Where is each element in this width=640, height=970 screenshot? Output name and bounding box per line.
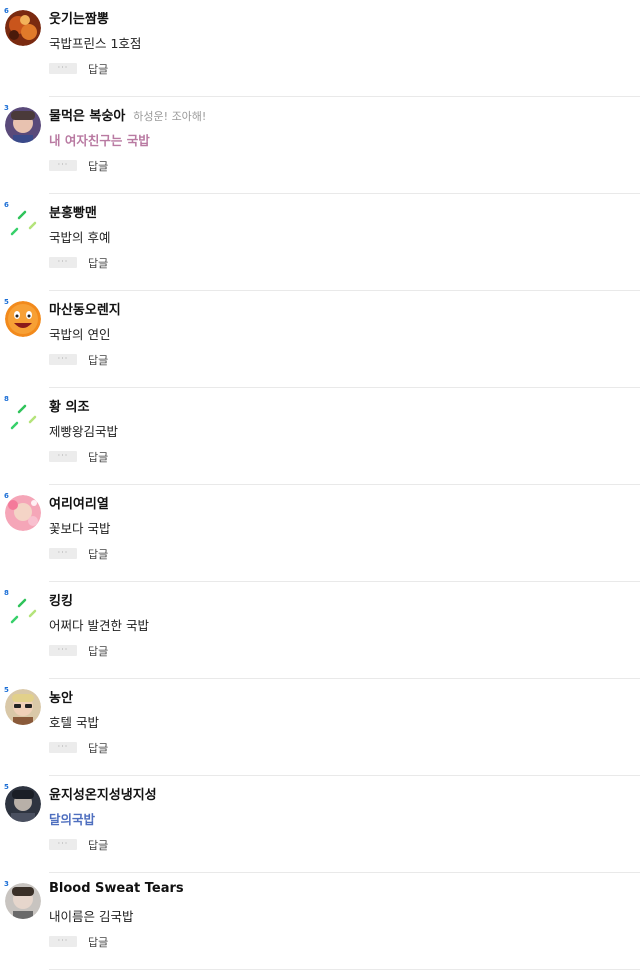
comment-item: 6 분홍빵맨국밥의 후예 ··· 답글 — [0, 194, 640, 291]
avatar[interactable] — [5, 107, 41, 143]
nickname-text[interactable]: 웃기는짬뽕 — [49, 12, 109, 27]
avatar[interactable] — [5, 495, 41, 531]
level-badge: 5 — [4, 686, 9, 694]
reply-button[interactable]: 답글 — [88, 546, 108, 562]
level-badge: 6 — [4, 7, 9, 15]
avatar[interactable] — [5, 204, 41, 240]
reply-button[interactable]: 답글 — [88, 449, 108, 465]
reply-button[interactable]: 답글 — [88, 61, 108, 77]
more-options-button[interactable]: ··· — [49, 257, 77, 268]
more-options-button[interactable]: ··· — [49, 548, 77, 559]
reply-button[interactable]: 답글 — [88, 934, 108, 950]
level-badge: 6 — [4, 492, 9, 500]
avatar[interactable] — [5, 301, 41, 337]
comment-text: 국밥프린스 1호점 — [49, 36, 142, 51]
comment-item: 5 농안호텔 국밥 ··· 답글 — [0, 679, 640, 776]
level-badge: 8 — [4, 589, 9, 597]
comment-text: 달의국밥 — [49, 812, 96, 827]
comment-item: 6 웃기는짬뽕국밥프린스 1호점 ··· 답글 — [0, 0, 640, 97]
nickname[interactable]: 황 의조 — [49, 396, 89, 415]
nickname[interactable]: 마산동오렌지 — [49, 299, 121, 318]
more-options-button[interactable]: ··· — [49, 63, 77, 74]
nickname[interactable]: 분홍빵맨 — [49, 202, 97, 221]
nickname-text[interactable]: 윤지성온지성냉지성 — [49, 788, 157, 803]
level-badge: 3 — [4, 104, 9, 112]
avatar[interactable] — [5, 10, 41, 46]
nickname-text[interactable]: 황 의조 — [49, 400, 89, 415]
nickname-text[interactable]: 마산동오렌지 — [49, 303, 121, 318]
reply-button[interactable]: 답글 — [88, 352, 108, 368]
reply-button[interactable]: 답글 — [88, 643, 108, 659]
comment-item: 8 킹킹어쩌다 발견한 국밥 ··· 답글 — [0, 582, 640, 679]
nickname-text[interactable]: 킹킹 — [49, 594, 73, 609]
reply-button[interactable]: 답글 — [88, 158, 108, 174]
comment-text: 제빵왕김국밥 — [49, 424, 119, 439]
avatar[interactable] — [5, 883, 41, 919]
comment-text: 내 여자친구는 국밥 — [49, 133, 150, 148]
comment-text: 국밥의 후예 — [49, 230, 111, 245]
comment-text: 호텔 국밥 — [49, 715, 99, 730]
nickname[interactable]: 물먹은 복숭아 하성운! 조아해! — [49, 105, 206, 124]
nickname[interactable]: Blood Sweat Tears — [49, 881, 184, 896]
comment-item: 8 황 의조제빵왕김국밥 ··· 답글 — [0, 388, 640, 485]
nickname-text[interactable]: 분홍빵맨 — [49, 206, 97, 221]
comment-list: 6 웃기는짬뽕국밥프린스 1호점 ··· 답글 3 물먹은 복숭아 하성운! 조아해! 내 여… — [0, 0, 640, 970]
nickname[interactable]: 웃기는짬뽕 — [49, 8, 109, 27]
reply-button[interactable]: 답글 — [88, 740, 108, 756]
mention-text: 하성운! 조아해! — [133, 110, 207, 123]
comment-text: 어쩌다 발견한 국밥 — [49, 618, 149, 633]
nickname[interactable]: 여리여리열 — [49, 493, 109, 512]
comment-item: 6 여리여리열꽃보다 국밥 ··· 답글 — [0, 485, 640, 582]
level-badge: 5 — [4, 783, 9, 791]
more-options-button[interactable]: ··· — [49, 160, 77, 171]
avatar[interactable] — [5, 786, 41, 822]
more-options-button[interactable]: ··· — [49, 451, 77, 462]
comment-item: 5 윤지성온지성냉지성달의국밥 ··· 답글 — [0, 776, 640, 873]
comment-item: 3 물먹은 복숭아 하성운! 조아해! 내 여자친구는 국밥 ··· 답글 — [0, 97, 640, 194]
more-options-button[interactable]: ··· — [49, 354, 77, 365]
nickname[interactable]: 킹킹 — [49, 590, 73, 609]
nickname-text[interactable]: Blood Sweat Tears — [49, 881, 184, 896]
level-badge: 8 — [4, 395, 9, 403]
comment-text: 꽃보다 국밥 — [49, 521, 111, 536]
nickname[interactable]: 윤지성온지성냉지성 — [49, 784, 157, 803]
more-options-button[interactable]: ··· — [49, 839, 77, 850]
comment-item: 5 마산동오렌지국밥의 연인 ··· 답글 — [0, 291, 640, 388]
nickname-text[interactable]: 물먹은 복숭아 — [49, 109, 125, 124]
avatar[interactable] — [5, 689, 41, 725]
more-options-button[interactable]: ··· — [49, 936, 77, 947]
reply-button[interactable]: 답글 — [88, 837, 108, 853]
more-options-button[interactable]: ··· — [49, 742, 77, 753]
level-badge: 6 — [4, 201, 9, 209]
level-badge: 3 — [4, 880, 9, 888]
comment-item: 3 Blood Sweat Tears 내이름은 김국밥 ··· 답글 — [0, 873, 640, 970]
comment-text: 내이름은 김국밥 — [49, 909, 134, 924]
reply-button[interactable]: 답글 — [88, 255, 108, 271]
more-options-button[interactable]: ··· — [49, 645, 77, 656]
comment-text: 국밥의 연인 — [49, 327, 111, 342]
level-badge: 5 — [4, 298, 9, 306]
nickname[interactable]: 농안 — [49, 687, 73, 706]
nickname-text[interactable]: 농안 — [49, 691, 73, 706]
avatar[interactable] — [5, 398, 41, 434]
nickname-text[interactable]: 여리여리열 — [49, 497, 109, 512]
avatar[interactable] — [5, 592, 41, 628]
